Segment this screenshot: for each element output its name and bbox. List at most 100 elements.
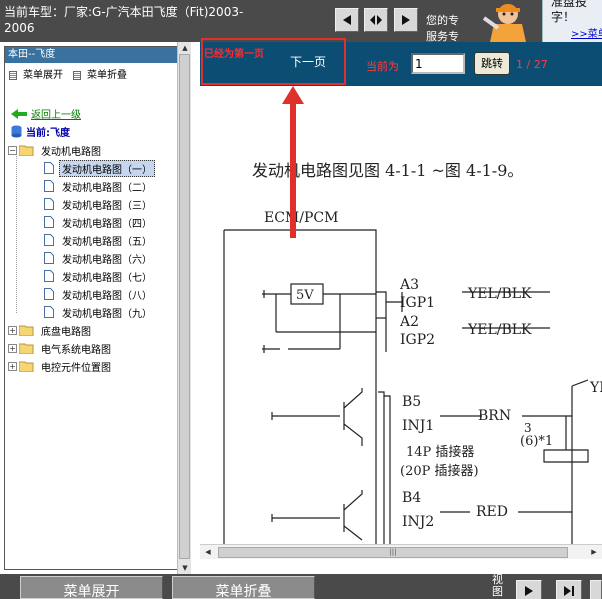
tree-item[interactable]: 发动机电路图（八） bbox=[8, 285, 184, 303]
expand-menu-link[interactable]: 菜单展开 bbox=[9, 69, 63, 82]
tree-item[interactable]: 发动机电路图（三） bbox=[8, 195, 184, 213]
tree-folder-engine[interactable]: − 发动机电路图 bbox=[8, 141, 184, 159]
wire-brn: BRN bbox=[478, 408, 511, 424]
pin-inj2: INJ2 bbox=[402, 514, 434, 530]
tree-item[interactable]: 发动机电路图（二） bbox=[8, 177, 184, 195]
vehicle-line-2: 2006 bbox=[4, 21, 35, 35]
back-arrow-icon bbox=[11, 108, 27, 119]
go-button[interactable]: 跳转 bbox=[474, 52, 510, 75]
pin-inj1: INJ1 bbox=[402, 418, 434, 434]
play-right-icon bbox=[525, 586, 533, 596]
list-icon bbox=[73, 71, 81, 80]
database-icon bbox=[11, 125, 22, 138]
document-icon bbox=[44, 288, 54, 300]
connector-label-14p: 14P 插接器 bbox=[406, 444, 474, 460]
connector-number-6: (6)*1 bbox=[520, 434, 553, 449]
footer-last-button[interactable] bbox=[556, 580, 582, 599]
expand-icon[interactable]: + bbox=[8, 343, 17, 353]
horizontal-scrollbar[interactable]: ◀ ||| ▶ bbox=[200, 544, 602, 559]
tree-item[interactable]: 发动机电路图（七） bbox=[8, 267, 184, 285]
sidebar: 本田--飞度 菜单展开 菜单折叠 返回上一级 当前:飞度 − 发动机电路图 发动… bbox=[0, 42, 192, 574]
document-icon bbox=[44, 234, 54, 246]
collapse-icon[interactable]: − bbox=[8, 145, 17, 155]
document-icon bbox=[44, 198, 54, 210]
tree-item[interactable]: 发动机电路图（四） bbox=[8, 213, 184, 231]
footer-collapse-button[interactable]: 菜单折叠 bbox=[172, 576, 315, 599]
tree-item[interactable]: 发动机电路图（一） bbox=[8, 159, 184, 177]
vehicle-line-1: 当前车型：厂家:G-广汽本田飞度（Fit)2003- bbox=[4, 5, 244, 19]
pin-a2: A2 bbox=[399, 314, 419, 330]
current-vehicle: 当前车型：厂家:G-广汽本田飞度（Fit)2003- 2006 bbox=[4, 4, 274, 36]
ad-text: 准盘投 字！ bbox=[551, 0, 602, 25]
sidebar-scrollbar[interactable]: ▲ ▼ bbox=[177, 42, 191, 574]
collapse-menu-link[interactable]: 菜单折叠 bbox=[73, 69, 127, 82]
tree-folder-components[interactable]: + 电控元件位置图 bbox=[8, 357, 184, 375]
tree-item-label: 发动机电路图（二） bbox=[62, 182, 152, 194]
tree-item-label: 发动机电路图（五） bbox=[62, 236, 152, 248]
back-link-label: 返回上一级 bbox=[31, 110, 81, 121]
tree-folder-label: 电控元件位置图 bbox=[41, 362, 111, 374]
skip-end-icon bbox=[564, 586, 574, 596]
current-location-label: 当前:飞度 bbox=[26, 128, 70, 139]
scroll-thumb-horizontal[interactable]: ||| bbox=[218, 547, 568, 558]
document-icon bbox=[44, 180, 54, 192]
play-left-icon bbox=[343, 15, 351, 25]
document-icon bbox=[44, 306, 54, 318]
document-icon bbox=[44, 162, 54, 174]
scroll-left-icon[interactable]: ◀ bbox=[202, 547, 214, 558]
ad-text-line-2: 字！ bbox=[551, 10, 576, 24]
play-right-icon bbox=[402, 15, 410, 25]
folder-icon bbox=[19, 343, 34, 354]
footer-more-button[interactable] bbox=[590, 580, 602, 599]
tree-view: − 发动机电路图 发动机电路图（一） 发动机电路图（二） 发动机电路图（三） 发… bbox=[8, 141, 184, 375]
back-link[interactable]: 返回上一级 bbox=[11, 106, 81, 121]
tree-folder-electrical[interactable]: + 电气系统电路图 bbox=[8, 339, 184, 357]
next-page-link[interactable]: 下一页 bbox=[290, 53, 326, 70]
home-button[interactable] bbox=[364, 8, 388, 32]
document-icon bbox=[44, 216, 54, 228]
pin-b5: B5 bbox=[402, 394, 421, 410]
scroll-thumb[interactable] bbox=[179, 54, 190, 559]
tree-folder-label: 底盘电路图 bbox=[41, 326, 91, 338]
sidebar-toggle-row: 菜单展开 菜单折叠 bbox=[5, 63, 185, 82]
tree-item-label: 发动机电路图（八） bbox=[62, 290, 152, 302]
scroll-down-icon[interactable]: ▼ bbox=[180, 563, 190, 573]
tree-item[interactable]: 发动机电路图（九） bbox=[8, 303, 184, 321]
expand-icon[interactable]: + bbox=[8, 361, 17, 371]
wire-ye-label: YE bbox=[589, 380, 602, 396]
tree-item-label: 发动机电路图（一） bbox=[59, 159, 155, 177]
footer-next-button[interactable] bbox=[516, 580, 542, 599]
tree-item[interactable]: 发动机电路图（五） bbox=[8, 231, 184, 249]
tree-item[interactable]: 发动机电路图（六） bbox=[8, 249, 184, 267]
first-page-notice: 已经为第一页 bbox=[204, 49, 264, 60]
mascot-icon bbox=[470, 0, 542, 42]
scroll-right-icon[interactable]: ▶ bbox=[588, 547, 600, 558]
footer-expand-button[interactable]: 菜单展开 bbox=[20, 576, 163, 599]
collapse-menu-label: 菜单折叠 bbox=[87, 70, 127, 81]
tree-item-label: 发动机电路图（六） bbox=[62, 254, 152, 266]
scroll-up-icon[interactable]: ▲ bbox=[180, 43, 190, 53]
page-number-input[interactable] bbox=[411, 53, 465, 74]
circuit-diagram: 发动机电路图见图 4-1-1 ~图 4-1-9。 ECM/PCM 5V A3 I… bbox=[200, 86, 602, 544]
current-page-label: 当前为 bbox=[366, 60, 399, 73]
ad-box[interactable]: 准盘投 字！ >>菜单 bbox=[542, 0, 602, 42]
list-icon bbox=[9, 71, 17, 80]
previous-page-button[interactable] bbox=[335, 8, 359, 32]
pin-b4: B4 bbox=[402, 490, 421, 506]
double-arrow-icon bbox=[370, 15, 382, 25]
expand-icon[interactable]: + bbox=[8, 325, 17, 335]
tree-item-label: 发动机电路图（四） bbox=[62, 218, 152, 230]
sidebar-title: 本田--飞度 bbox=[5, 47, 185, 63]
ad-link[interactable]: >>菜单 bbox=[571, 25, 602, 40]
page-count: 1 / 27 bbox=[516, 58, 548, 71]
connector-label-20p: (20P 插接器) bbox=[400, 463, 479, 479]
view-label: 视图 bbox=[492, 573, 503, 598]
tree-folder-label: 电气系统电路图 bbox=[41, 344, 111, 356]
ad-text-line-1: 准盘投 bbox=[551, 0, 588, 9]
tree-folder-label: 发动机电路图 bbox=[41, 146, 101, 158]
folder-icon bbox=[19, 325, 34, 336]
tree-folder-chassis[interactable]: + 底盘电路图 bbox=[8, 321, 184, 339]
voltage-label: 5V bbox=[296, 288, 314, 303]
app-window: 当前车型：厂家:G-广汽本田飞度（Fit)2003- 2006 您的专 服务专 bbox=[0, 0, 602, 599]
next-page-button[interactable] bbox=[394, 8, 418, 32]
